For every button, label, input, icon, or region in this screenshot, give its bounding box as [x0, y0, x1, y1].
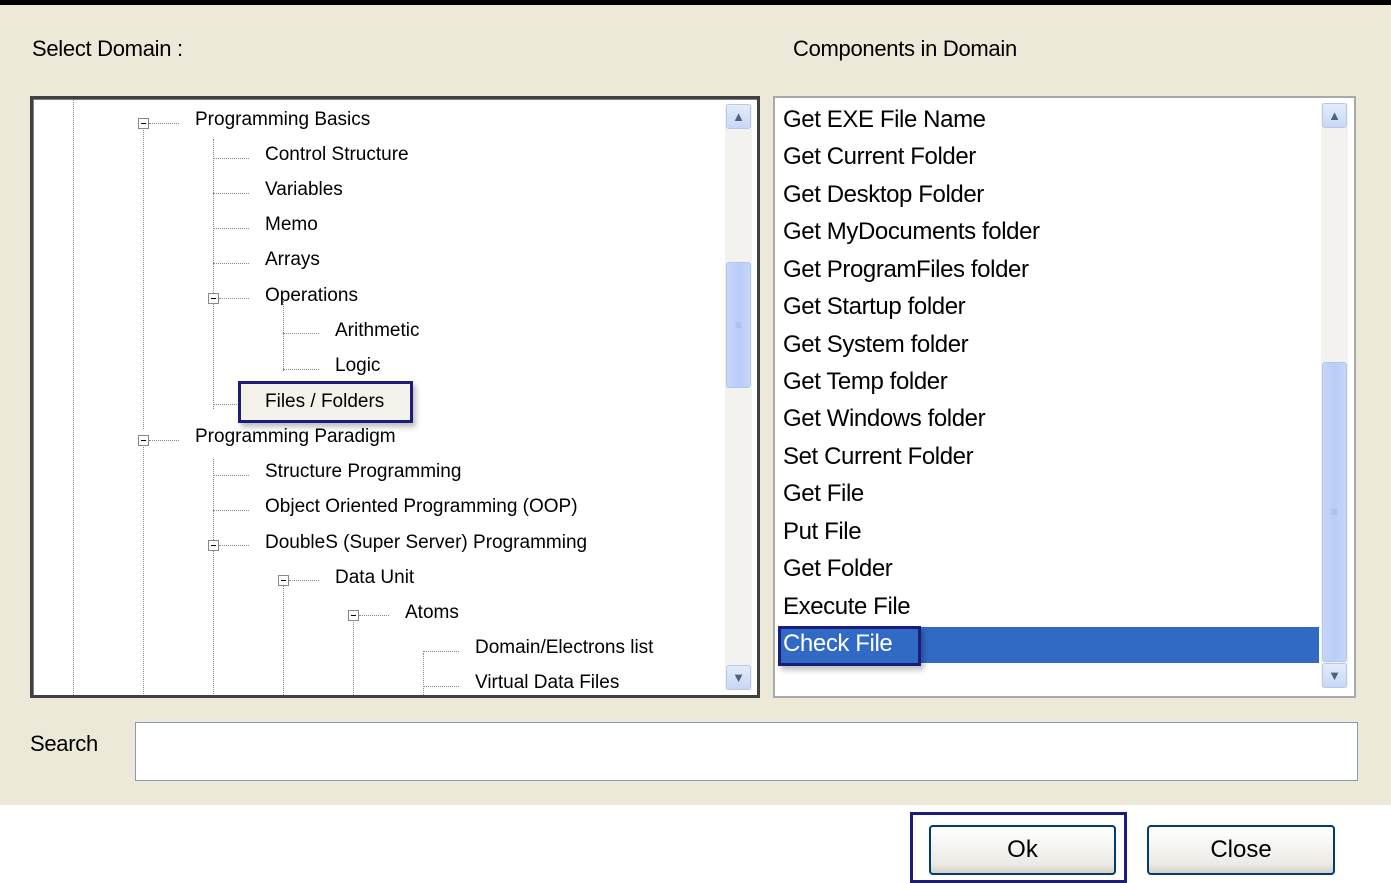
list-item[interactable]: Get ProgramFiles folder	[783, 255, 1029, 285]
scroll-down-arrow-icon[interactable]: ▼	[726, 665, 751, 690]
collapse-icon[interactable]	[208, 293, 219, 304]
list-item[interactable]: Get File	[783, 479, 864, 509]
collapse-icon[interactable]	[138, 435, 149, 446]
close-button[interactable]: Close	[1147, 825, 1335, 875]
search-input[interactable]	[135, 722, 1358, 781]
tree-line	[353, 618, 354, 695]
tree-connector	[213, 263, 249, 264]
tree-node-arrays[interactable]: Arrays	[265, 249, 320, 271]
collapse-icon[interactable]	[348, 610, 359, 621]
list-item[interactable]: Execute File	[783, 592, 911, 622]
components-scroll-thumb[interactable]: ≡	[1322, 362, 1347, 662]
list-item[interactable]: Get Folder	[783, 554, 893, 584]
tree-line	[283, 301, 284, 371]
tree-scroll-thumb[interactable]: ≡	[726, 262, 751, 388]
tree-node-variables[interactable]: Variables	[265, 179, 343, 201]
list-item[interactable]: Get MyDocuments folder	[783, 217, 1040, 247]
tree-scrollbar[interactable]: ▲ ≡ ▼	[725, 104, 752, 690]
tree-node-programming-basics[interactable]: Programming Basics	[195, 109, 370, 131]
tree-connector	[213, 510, 249, 511]
tree-node-files-folders[interactable]: Files / Folders	[265, 391, 384, 413]
tree-node-atoms[interactable]: Atoms	[405, 602, 459, 624]
tree-connector	[213, 193, 249, 194]
tree-line	[73, 99, 74, 695]
collapse-icon[interactable]	[138, 118, 149, 129]
scroll-down-arrow-icon[interactable]: ▼	[1322, 663, 1347, 688]
tree-connector	[219, 545, 249, 546]
tree-connector	[213, 228, 249, 229]
tree-node-virtual-data-files[interactable]: Virtual Data Files	[475, 672, 619, 694]
collapse-icon[interactable]	[208, 540, 219, 551]
tree-connector	[219, 298, 249, 299]
tree-node-doubles-programming[interactable]: DoubleS (Super Server) Programming	[265, 532, 587, 554]
tree-node-oop[interactable]: Object Oriented Programming (OOP)	[265, 496, 578, 518]
list-item[interactable]: Get Temp folder	[783, 367, 948, 397]
tree-node-operations[interactable]: Operations	[265, 285, 358, 307]
components-list[interactable]: Get EXE File Name Get Current Folder Get…	[773, 96, 1356, 698]
list-item[interactable]: Get Windows folder	[783, 404, 986, 434]
tree-connector	[423, 686, 459, 687]
list-item[interactable]: Put File	[783, 517, 862, 547]
tree-node-data-unit[interactable]: Data Unit	[335, 567, 414, 589]
list-item[interactable]: Get System folder	[783, 330, 969, 360]
scroll-up-arrow-icon[interactable]: ▲	[726, 104, 751, 129]
list-item[interactable]: Get Desktop Folder	[783, 180, 984, 210]
tree-connector	[149, 123, 179, 124]
components-label: Components in Domain	[793, 36, 1017, 61]
tree-connector	[213, 475, 249, 476]
tree-node-structure-programming[interactable]: Structure Programming	[265, 461, 461, 483]
tree-connector	[423, 651, 459, 652]
tree-node-arithmetic[interactable]: Arithmetic	[335, 320, 419, 342]
list-item[interactable]: Get Startup folder	[783, 292, 966, 322]
select-domain-label: Select Domain :	[32, 36, 183, 61]
window-top-border	[0, 0, 1391, 5]
domain-tree[interactable]: Programming Basics Control Structure Var…	[30, 96, 760, 698]
tree-node-logic[interactable]: Logic	[335, 355, 380, 377]
tree-node-programming-paradigm[interactable]: Programming Paradigm	[195, 426, 396, 448]
tree-connector	[213, 404, 239, 405]
tree-connector	[213, 158, 249, 159]
tree-connector	[289, 580, 319, 581]
list-item[interactable]: Set Current Folder	[783, 442, 974, 472]
collapse-icon[interactable]	[278, 575, 289, 586]
list-item[interactable]: Get Current Folder	[783, 142, 976, 172]
scroll-up-arrow-icon[interactable]: ▲	[1322, 103, 1347, 128]
tree-connector	[359, 615, 389, 616]
tree-node-control-structure[interactable]: Control Structure	[265, 144, 409, 166]
ok-button[interactable]: Ok	[929, 825, 1116, 875]
tree-line	[213, 459, 214, 695]
list-item-selected[interactable]: Check File	[783, 629, 893, 659]
tree-connector	[283, 333, 319, 334]
components-scrollbar[interactable]: ▲ ≡ ▼	[1321, 103, 1348, 688]
tree-line	[143, 124, 144, 429]
tree-connector	[283, 369, 319, 370]
tree-connector	[149, 440, 179, 441]
tree-line	[143, 444, 144, 695]
tree-line	[423, 653, 424, 695]
tree-line	[213, 139, 214, 409]
list-item[interactable]: Get EXE File Name	[783, 105, 986, 135]
search-label: Search	[30, 731, 98, 756]
tree-line	[283, 583, 284, 695]
tree-node-memo[interactable]: Memo	[265, 214, 318, 236]
tree-node-domain-electrons-list[interactable]: Domain/Electrons list	[475, 637, 653, 659]
